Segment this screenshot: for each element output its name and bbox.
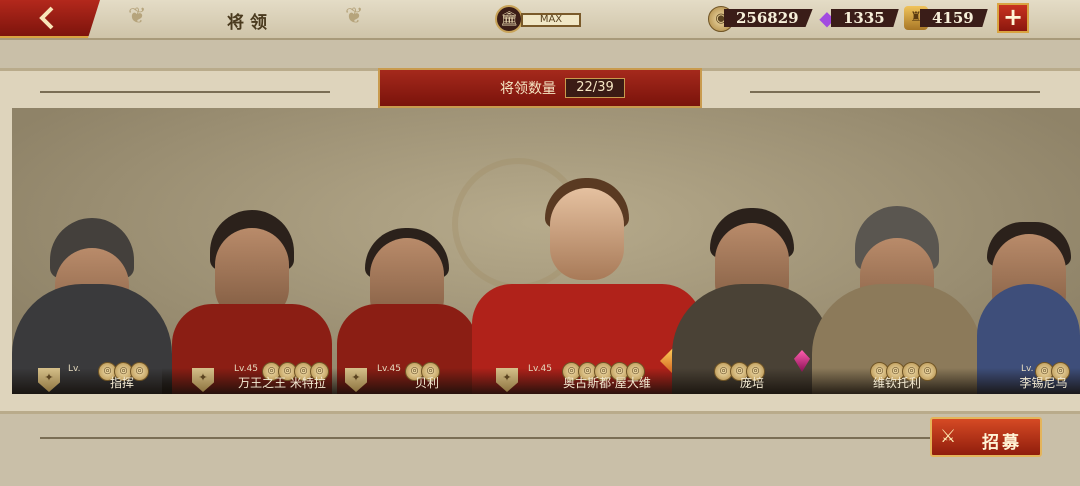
page-title: 将领 bbox=[227, 13, 273, 33]
general-name: 贝利 bbox=[414, 376, 439, 390]
general-count-value: 22/39 bbox=[565, 78, 625, 98]
general-level: Lv.45 bbox=[234, 364, 258, 374]
back-button[interactable] bbox=[0, 0, 100, 38]
face bbox=[550, 188, 624, 280]
divider bbox=[750, 91, 1040, 93]
general-name: 万王之王 米特拉 bbox=[238, 376, 326, 390]
general-count-banner: 将领数量 22/39 bbox=[378, 68, 702, 108]
gold-value: 256829 bbox=[724, 9, 813, 27]
temple-icon: 🏛 bbox=[495, 5, 523, 33]
general-card[interactable]: ✦ Lv.45 ◎ ◎ ◎ ◎ 万王之王 米特拉 bbox=[162, 148, 342, 394]
general-card[interactable]: ◎ ◎ ◎ ◎ 维钦托利 bbox=[812, 148, 982, 394]
divider bbox=[40, 437, 930, 439]
general-level: Lv.45 bbox=[377, 364, 401, 374]
general-card[interactable]: Lv. ◎ ◎ 李锡尼乌 bbox=[977, 148, 1080, 394]
add-resource-button[interactable]: + bbox=[997, 3, 1029, 33]
recruit-label: 招募 bbox=[982, 433, 1022, 453]
recruit-button[interactable]: ⚔ 招募 bbox=[930, 417, 1042, 457]
top-bar: ❦ 将领 ❦ 🏛 MAX ◉ 256829 ◆ 1335 ♜ 4159 + bbox=[0, 0, 1080, 40]
general-name: 李锡尼乌 bbox=[1019, 376, 1068, 390]
general-card-featured[interactable]: ✦ Lv.45 ◎ ◎ ◎ ◎ ◎ 奥古斯都·屋大维 bbox=[472, 138, 702, 394]
helmet-plus-icon: ⚔ bbox=[940, 426, 957, 447]
laurel-left-icon: ❦ bbox=[128, 4, 147, 29]
divider bbox=[40, 91, 330, 93]
level-bar: MAX bbox=[521, 13, 581, 27]
general-level: Lv.45 bbox=[528, 364, 552, 374]
general-level: Lv. bbox=[1021, 364, 1034, 374]
laurel-right-icon: ❦ bbox=[345, 4, 364, 29]
general-level: Lv. bbox=[68, 364, 81, 374]
general-name: 维钦托利 bbox=[872, 376, 921, 390]
gem-value: 1335 bbox=[831, 9, 899, 27]
chevron-left-icon bbox=[39, 6, 54, 30]
general-name: 庞培 bbox=[739, 376, 764, 390]
general-name: 指挥 bbox=[109, 376, 134, 390]
general-card[interactable]: ✦ Lv.45 ◎ ◎ 贝利 bbox=[337, 148, 477, 394]
token-value: 4159 bbox=[920, 9, 988, 27]
general-count-label: 将领数量 bbox=[500, 81, 556, 97]
generals-carousel[interactable]: ✦ Lv. ◎ ◎ ◎ 指挥 ✦ Lv.45 ◎ ◎ ◎ ◎ 万王之王 米特拉 ✦ Lv.… bbox=[12, 108, 1080, 394]
general-card[interactable]: ✦ Lv. ◎ ◎ ◎ 指挥 bbox=[12, 148, 172, 394]
general-portrait bbox=[12, 148, 172, 394]
building-level[interactable]: 🏛 MAX bbox=[495, 5, 590, 33]
general-card[interactable]: ◎ ◎ ◎ 庞培 bbox=[672, 148, 832, 394]
